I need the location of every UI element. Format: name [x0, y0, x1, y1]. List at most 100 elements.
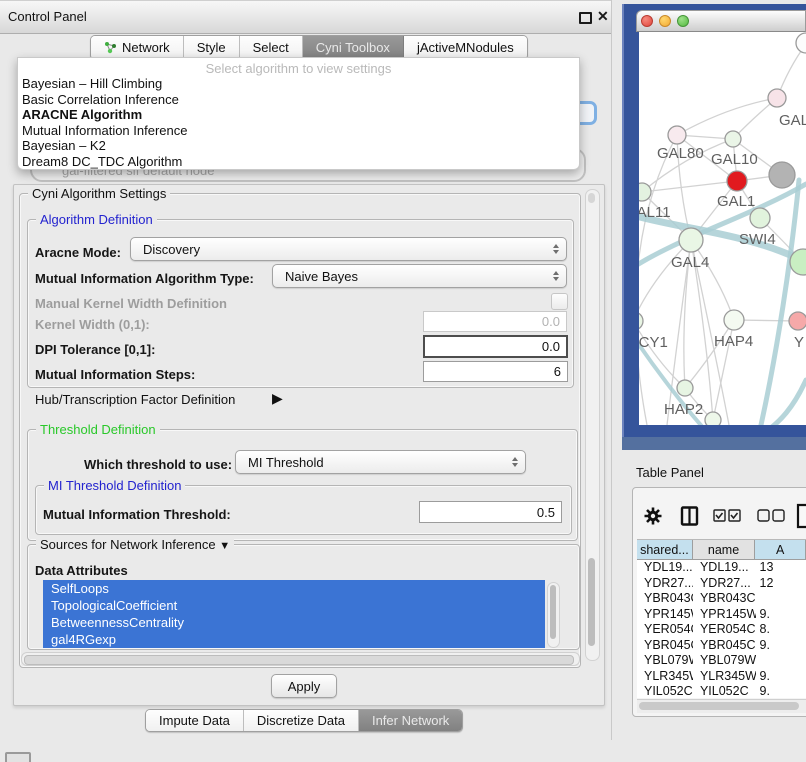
table-cell: YBR045C — [637, 638, 693, 654]
kernel-width-field[interactable]: 0.0 — [423, 311, 567, 332]
tab-impute-data[interactable]: Impute Data — [146, 710, 244, 731]
stepper-arrows-icon — [553, 244, 559, 254]
select-all-checked-icon[interactable] — [713, 509, 743, 523]
deselect-all-icon[interactable] — [757, 509, 787, 523]
data-attributes-list: SelfLoopsTopologicalCoefficientBetweenne… — [43, 580, 545, 648]
dpi-tolerance-field[interactable]: 0.0 — [423, 335, 568, 358]
node-table[interactable]: shared...nameAYDL19...YDL19...13YDR27...… — [637, 539, 806, 698]
attribute-item[interactable]: TopologicalCoefficient — [43, 597, 545, 614]
hub-definition-label: Hub/Transcription Factor Definition — [35, 392, 235, 407]
table-column-header[interactable]: A — [755, 540, 806, 559]
close-traffic-light-icon[interactable] — [641, 15, 653, 27]
dpi-tolerance-label: DPI Tolerance [0,1]: — [35, 342, 155, 357]
apply-button[interactable]: Apply — [271, 674, 337, 698]
table-cell: YBR045C — [693, 638, 756, 654]
attribute-item[interactable]: SelfLoops — [43, 580, 545, 597]
algorithm-option[interactable]: Basic Correlation Inference — [18, 92, 579, 108]
tab-style[interactable]: Style — [184, 36, 240, 59]
gear-icon[interactable] — [643, 505, 663, 527]
tab-select[interactable]: Select — [240, 36, 303, 59]
sources-title: Sources for Network Inference ▼ — [36, 537, 234, 552]
attribute-item[interactable]: BetweennessCentrality — [43, 614, 545, 631]
algorithm-option[interactable]: Bayesian – Hill Climbing — [18, 76, 579, 92]
network-node-gal80[interactable] — [668, 126, 686, 144]
table-row[interactable]: YER054CYER054C8. — [637, 622, 806, 638]
close-icon[interactable]: ✕ — [597, 9, 611, 23]
table-row[interactable]: YBR043CYBR043C — [637, 591, 806, 607]
network-graph[interactable]: GALGAL80GAL10GAL1GAL11GAL4SWI4GCY1HAP4YH… — [639, 32, 806, 425]
network-node[interactable] — [705, 412, 721, 425]
tab-infer-network[interactable]: Infer Network — [359, 710, 462, 731]
table-horizontal-scrollbar[interactable] — [637, 699, 806, 713]
table-row[interactable]: YDR27...YDR27...12 — [637, 576, 806, 592]
mi-steps-field[interactable]: 6 — [423, 361, 568, 382]
network-node[interactable] — [769, 162, 795, 188]
network-canvas[interactable]: GALGAL80GAL10GAL1GAL11GAL4SWI4GCY1HAP4YH… — [639, 32, 806, 425]
sources-collapse-arrow-icon[interactable]: ▼ — [219, 540, 230, 552]
mi-algorithm-type-combo[interactable]: Naive Bayes — [272, 264, 567, 288]
algorithm-option[interactable]: Bayesian – K2 — [18, 138, 579, 154]
tab-network[interactable]: Network — [91, 36, 184, 59]
network-node-label: HAP4 — [714, 333, 753, 350]
stepper-arrows-icon — [553, 271, 559, 281]
mi-threshold-definition-title: MI Threshold Definition — [44, 478, 185, 493]
table-column-header[interactable]: name — [693, 540, 756, 559]
table-cell: 13 — [756, 560, 806, 576]
algorithm-option[interactable]: Mutual Information Inference — [18, 123, 579, 139]
network-node-label: SWI4 — [739, 231, 776, 248]
settings-vertical-scrollbar[interactable] — [585, 189, 600, 661]
network-node-gal[interactable] — [768, 89, 786, 107]
network-node-gal11[interactable] — [639, 183, 651, 201]
hub-expand-arrow-icon[interactable]: ▶ — [272, 390, 283, 407]
table-row[interactable]: YBR045CYBR045C9. — [637, 638, 806, 654]
attributes-list-scrollbar[interactable] — [547, 582, 560, 648]
columns-icon[interactable] — [680, 505, 700, 527]
table-row[interactable]: YIL052CYIL052C9. — [637, 684, 806, 698]
table-cell: 9. — [756, 607, 806, 623]
tab-cyni-toolbox[interactable]: Cyni Toolbox — [303, 36, 404, 59]
network-node-hap2[interactable] — [677, 380, 693, 396]
network-node[interactable] — [796, 33, 806, 53]
network-node-gal4[interactable] — [679, 228, 703, 252]
network-node-swi4[interactable] — [750, 208, 770, 228]
table-row[interactable]: YLR345WYLR345W9. — [637, 669, 806, 685]
minimized-panel-icon[interactable] — [5, 752, 31, 762]
tab-jactivemnodules[interactable]: jActiveMNodules — [404, 36, 527, 59]
aracne-mode-combo[interactable]: Discovery — [130, 237, 567, 261]
algorithm-option[interactable]: ARACNE Algorithm — [18, 107, 579, 123]
manual-kernel-checkbox[interactable] — [551, 293, 568, 310]
table-cell — [756, 653, 806, 669]
network-node-gal10[interactable] — [725, 131, 741, 147]
network-node-label: HAP2 — [664, 401, 703, 418]
mi-algorithm-type-value: Naive Bayes — [285, 269, 358, 284]
network-edge[interactable] — [677, 98, 777, 135]
settings-horizontal-scrollbar[interactable] — [21, 652, 580, 666]
attribute-item[interactable]: gal4RGexp — [43, 631, 545, 648]
table-row[interactable]: YPR145WYPR145W9. — [637, 607, 806, 623]
zoom-traffic-light-icon[interactable] — [677, 15, 689, 27]
panel-divider — [611, 0, 612, 740]
network-node-gcy1[interactable] — [639, 312, 643, 330]
network-edge[interactable] — [639, 135, 677, 425]
minimize-traffic-light-icon[interactable] — [659, 15, 671, 27]
mi-steps-label: Mutual Information Steps: — [35, 367, 195, 382]
which-threshold-label: Which threshold to use: — [84, 457, 232, 472]
cyni-bottom-tabbar: Impute DataDiscretize DataInfer Network — [145, 709, 463, 732]
document-icon[interactable] — [796, 503, 806, 529]
network-node-hap4[interactable] — [724, 310, 744, 330]
table-row[interactable]: YBL079WYBL079W — [637, 653, 806, 669]
which-threshold-combo[interactable]: MI Threshold — [235, 450, 526, 474]
float-window-icon[interactable] — [579, 12, 592, 24]
mi-threshold-field[interactable]: 0.5 — [419, 501, 562, 523]
algorithm-option[interactable]: Dream8 DC_TDC Algorithm — [18, 154, 579, 170]
which-threshold-value: MI Threshold — [248, 455, 324, 470]
aracne-mode-value: Discovery — [143, 242, 200, 257]
network-node-gal1[interactable] — [727, 171, 747, 191]
table-row[interactable]: YDL19...YDL19...13 — [637, 560, 806, 576]
table-column-header[interactable]: shared... — [637, 540, 693, 559]
tab-discretize-data[interactable]: Discretize Data — [244, 710, 359, 731]
tab-label: Style — [197, 40, 226, 55]
manual-kernel-label: Manual Kernel Width Definition — [35, 296, 227, 311]
network-node-y[interactable] — [789, 312, 806, 330]
algorithm-dropdown: Select algorithm to view settings Bayesi… — [17, 57, 580, 170]
